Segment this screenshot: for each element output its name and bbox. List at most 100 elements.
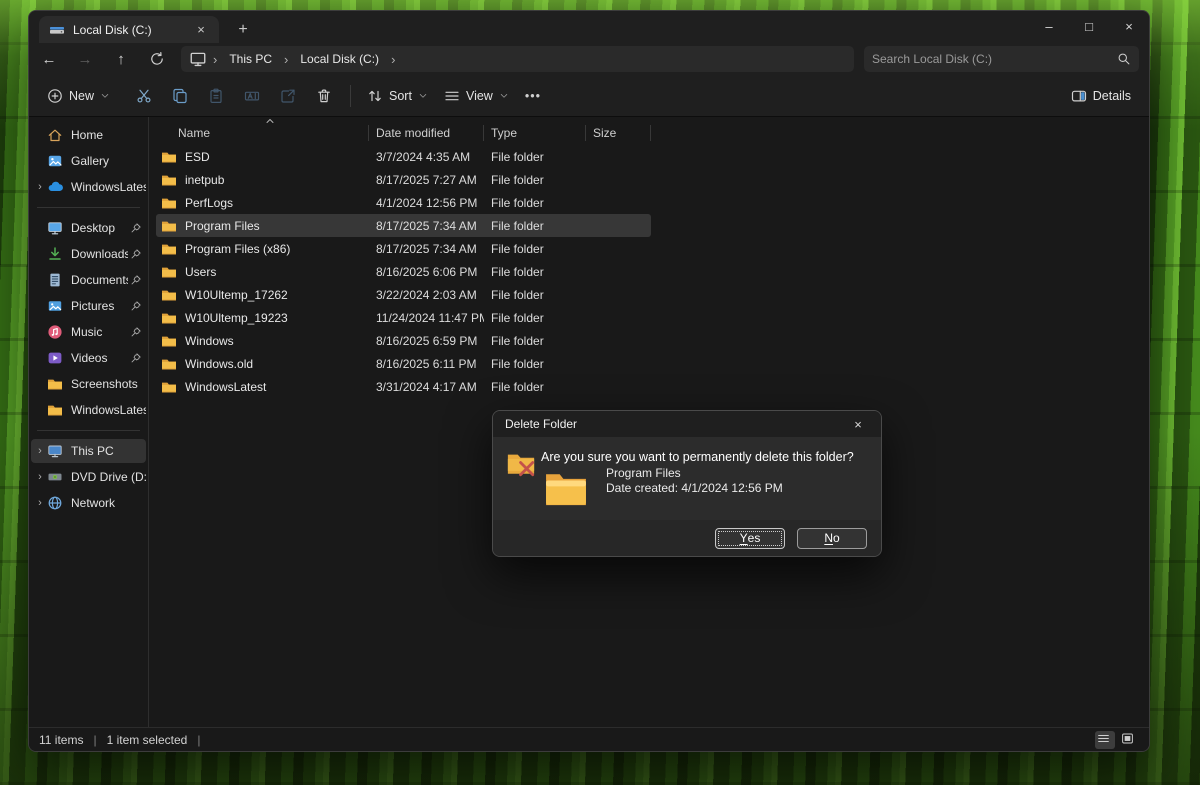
table-row[interactable]: Program Files (x86)8/17/2025 7:34 AMFile…	[156, 237, 651, 260]
table-row[interactable]: Users8/16/2025 6:06 PMFile folder	[156, 260, 651, 283]
folder-icon	[161, 241, 177, 257]
chevron-right-icon[interactable]: ›	[33, 181, 47, 193]
cut-button[interactable]	[126, 80, 162, 112]
sidebar-item-label: Gallery	[71, 154, 146, 168]
table-row[interactable]: WindowsLatest3/31/2024 4:17 AMFile folde…	[156, 375, 651, 398]
breadcrumb-this-pc[interactable]: This PC	[223, 52, 278, 66]
sidebar-item-label: DVD Drive (D:) CCC	[71, 470, 146, 484]
network-icon	[47, 495, 63, 511]
sidebar-item-windowslatest[interactable]: WindowsLatest	[31, 398, 146, 422]
delete-button[interactable]	[306, 80, 342, 112]
share-icon	[280, 88, 296, 104]
sidebar-item-videos[interactable]: Videos	[31, 346, 146, 370]
sidebar-item-downloads[interactable]: Downloads	[31, 242, 146, 266]
details-view-toggle[interactable]	[1095, 731, 1115, 749]
tab-close-icon[interactable]: ×	[191, 20, 211, 40]
sidebar-item-home[interactable]: Home	[31, 123, 146, 147]
dialog-title: Delete Folder	[505, 417, 577, 431]
up-button[interactable]: ↑	[103, 46, 139, 72]
type-cell: File folder	[484, 265, 586, 279]
sidebar-item-music[interactable]: Music	[31, 320, 146, 344]
chevron-right-icon[interactable]: ›	[33, 497, 47, 509]
new-button[interactable]: New	[39, 80, 118, 112]
minimize-button[interactable]: –	[1029, 11, 1069, 41]
dialog-body: Are you sure you want to permanently del…	[493, 437, 881, 522]
table-row[interactable]: W10Ultemp_1922311/24/2024 11:47 PMFile f…	[156, 306, 651, 329]
file-list: ESD3/7/2024 4:35 AMFile folderinetpub8/1…	[156, 145, 1149, 398]
chevron-down-icon	[418, 91, 428, 101]
status-items-count: 11 items	[39, 733, 83, 747]
rename-button[interactable]	[234, 80, 270, 112]
sidebar-item-pictures[interactable]: Pictures	[31, 294, 146, 318]
sidebar-divider	[37, 207, 140, 208]
sidebar-item-network[interactable]: › Network	[31, 491, 146, 515]
dialog-close-icon[interactable]: ×	[847, 417, 869, 432]
dialog-message: Are you sure you want to permanently del…	[541, 450, 854, 464]
details-panel-icon	[1071, 88, 1087, 104]
paste-icon	[208, 88, 224, 104]
sidebar-item-desktop[interactable]: Desktop	[31, 216, 146, 240]
sidebar-item-label: Downloads	[71, 247, 128, 261]
column-size[interactable]: Size	[586, 125, 651, 141]
maximize-button[interactable]: □	[1069, 11, 1109, 41]
table-row[interactable]: W10Ultemp_172623/22/2024 2:03 AMFile fol…	[156, 283, 651, 306]
music-icon	[47, 324, 63, 340]
type-cell: File folder	[484, 288, 586, 302]
column-name[interactable]: Name	[156, 125, 369, 141]
status-bar: 11 items | 1 item selected |	[29, 727, 1149, 751]
view-button[interactable]: View	[436, 80, 517, 112]
back-button[interactable]: ←	[31, 46, 67, 72]
search-input[interactable]	[872, 52, 1117, 66]
table-row[interactable]: ESD3/7/2024 4:35 AMFile folder	[156, 145, 651, 168]
more-button[interactable]: •••	[517, 80, 549, 112]
sidebar-item-this-pc[interactable]: ›This PC	[31, 439, 146, 463]
sort-button[interactable]: Sort	[359, 80, 436, 112]
breadcrumb-chevron-icon[interactable]: ›	[209, 52, 221, 67]
new-tab-button[interactable]: +	[233, 20, 253, 40]
refresh-button[interactable]	[139, 46, 175, 72]
sidebar-item-gallery[interactable]: Gallery	[31, 149, 146, 173]
column-type[interactable]: Type	[484, 125, 586, 141]
chevron-down-icon	[100, 91, 110, 101]
file-name: Program Files	[185, 219, 260, 233]
table-row[interactable]: Windows.old8/16/2025 6:11 PMFile folder	[156, 352, 651, 375]
sidebar-item-screenshots[interactable]: Screenshots	[31, 372, 146, 396]
close-button[interactable]: ×	[1109, 11, 1149, 41]
folder-icon	[47, 402, 63, 418]
breadcrumb-local-disk[interactable]: Local Disk (C:)	[294, 52, 385, 66]
forward-button[interactable]: →	[67, 46, 103, 72]
sidebar-item-documents[interactable]: Documents	[31, 268, 146, 292]
column-date-modified[interactable]: Date modified	[369, 125, 484, 141]
file-name: W10Ultemp_17262	[185, 288, 288, 302]
folder-delete-icon	[506, 448, 536, 478]
file-name: Program Files (x86)	[185, 242, 290, 256]
tab-local-disk[interactable]: Local Disk (C:) ×	[39, 16, 219, 43]
details-button[interactable]: Details	[1063, 80, 1139, 112]
date-modified-cell: 8/17/2025 7:34 AM	[369, 242, 484, 256]
table-row[interactable]: PerfLogs4/1/2024 12:56 PMFile folder	[156, 191, 651, 214]
yes-button[interactable]: Yes	[715, 528, 785, 549]
window-controls: – □ ×	[1029, 11, 1149, 41]
thumbnail-view-toggle[interactable]	[1119, 731, 1139, 749]
file-name: PerfLogs	[185, 196, 233, 210]
breadcrumb-chevron-icon[interactable]: ›	[387, 52, 399, 67]
folder-icon	[161, 149, 177, 165]
table-row[interactable]: Program Files8/17/2025 7:34 AMFile folde…	[156, 214, 651, 237]
no-button[interactable]: No	[797, 528, 867, 549]
table-row[interactable]: Windows8/16/2025 6:59 PMFile folder	[156, 329, 651, 352]
search-box	[864, 46, 1139, 72]
pictures-icon	[47, 298, 63, 314]
documents-icon	[47, 272, 63, 288]
table-row[interactable]: inetpub8/17/2025 7:27 AMFile folder	[156, 168, 651, 191]
address-bar[interactable]: › This PC › Local Disk (C:) ›	[181, 46, 854, 72]
sidebar-item-label: Network	[71, 496, 146, 510]
chevron-right-icon[interactable]: ›	[33, 445, 47, 457]
paste-button[interactable]	[198, 80, 234, 112]
breadcrumb-chevron-icon[interactable]: ›	[280, 52, 292, 67]
copy-button[interactable]	[162, 80, 198, 112]
share-button[interactable]	[270, 80, 306, 112]
chevron-right-icon[interactable]: ›	[33, 471, 47, 483]
sidebar-item-windowslatest-pe[interactable]: ›WindowsLatest - Pe	[31, 175, 146, 199]
sidebar-item-dvd-drive-d-ccc[interactable]: › DVD Drive (D:) CCC	[31, 465, 146, 489]
folder-icon	[161, 356, 177, 372]
